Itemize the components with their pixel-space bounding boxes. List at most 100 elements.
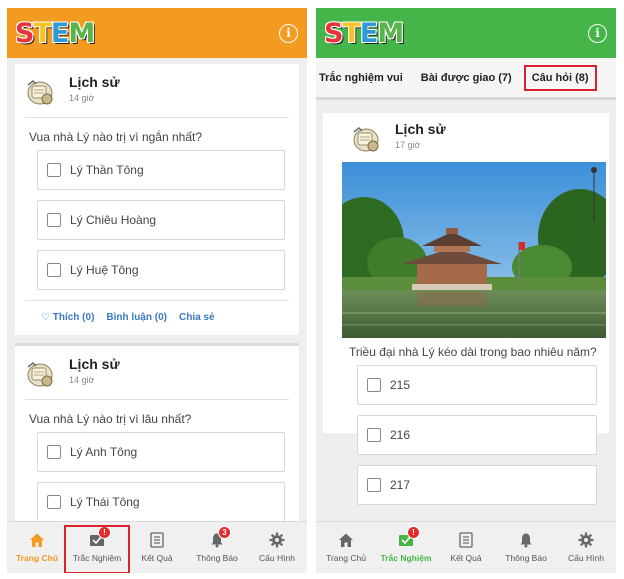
like-button[interactable]: ♡ Thích (0) [41, 312, 94, 323]
scroll-avatar-icon [27, 361, 53, 387]
nav-quiz[interactable]: ! Trắc Nghiệm [376, 522, 436, 573]
post-actions: ♡ Thích (0) Bình luận (0) Chia sẻ [25, 300, 289, 335]
tab-bar: Trắc nghiệm vui Bài được giao (7) Câu hỏ… [316, 58, 616, 100]
logo-letter-t: T [342, 17, 360, 49]
post-card: Lịch sử 14 giờ Vua nhà Lý nào trị vì lâu… [15, 343, 299, 521]
post-feed[interactable]: Lịch sử 17 giờ Triều đại nhà Lý kéo dài … [316, 103, 616, 521]
option-label: 215 [390, 378, 411, 392]
option-label: 216 [390, 428, 411, 442]
gear-icon [269, 532, 285, 548]
post-header: Lịch sử 17 giờ [323, 113, 609, 154]
nav-label: Trắc Nghiệm [72, 553, 122, 563]
nav-settings[interactable]: Cấu Hình [556, 522, 616, 573]
option-label: Lý Anh Tông [70, 445, 138, 459]
nav-results[interactable]: Kết Quả [436, 522, 496, 573]
comment-button[interactable]: Bình luận (0) [106, 312, 167, 323]
quiz-icon-wrap: ! [89, 526, 111, 548]
answer-option[interactable]: 217 [357, 465, 597, 505]
nav-settings[interactable]: Cấu Hình [247, 522, 307, 573]
post-subject: Lịch sử [69, 74, 120, 90]
logo-letter-t: T [33, 17, 51, 49]
nav-quiz[interactable]: ! Trắc Nghiệm [64, 522, 130, 573]
checkbox[interactable] [47, 445, 61, 459]
bottom-nav: Trang Chủ ! Trắc Nghiệm Kết Quả Thông Bá… [316, 521, 616, 573]
pagoda-photo [342, 162, 606, 338]
checkbox[interactable] [47, 263, 61, 277]
checkbox[interactable] [47, 213, 61, 227]
checkbox[interactable] [47, 495, 61, 509]
nav-label: Trang Chủ [326, 553, 366, 563]
bell-icon [520, 533, 532, 548]
nav-label: Thông Báo [505, 553, 547, 563]
post-feed[interactable]: Lịch sử 14 giờ Vua nhà Lý nào trị vì ngắ… [7, 58, 307, 521]
nav-home[interactable]: Trang Chủ [7, 522, 67, 573]
option-label: Lý Chiêu Hoàng [70, 213, 157, 227]
home-icon [339, 533, 353, 547]
question-text: Vua nhà Lý nào trị vì ngắn nhất? [29, 130, 203, 144]
answer-option[interactable]: 216 [357, 415, 597, 455]
tab-questions[interactable]: Câu hỏi (8) [523, 64, 597, 91]
quiz-icon-wrap: ! [398, 526, 420, 548]
info-icon[interactable]: i [588, 23, 607, 43]
nav-label: Cấu Hình [259, 553, 295, 563]
checkbox[interactable] [367, 378, 381, 392]
question-text: Triều đại nhà Lý kéo dài trong bao nhiêu… [349, 345, 597, 359]
checkbox[interactable] [47, 163, 61, 177]
post-header: Lịch sử 14 giờ [15, 346, 299, 389]
answer-option[interactable]: Lý Thái Tông [37, 482, 285, 521]
nav-label: Kết Quả [141, 553, 173, 563]
nav-notifications[interactable]: 3 Thông Báo [187, 522, 247, 573]
checkbox[interactable] [367, 478, 381, 492]
quiz-badge: ! [98, 526, 111, 539]
share-button[interactable]: Chia sẻ [179, 312, 215, 323]
app-header: S T E M i [7, 8, 307, 58]
post-time: 14 giờ [69, 375, 95, 385]
bottom-nav: Trang Chủ ! Trắc Nghiệm Kết Quả 3 Thông … [7, 521, 307, 573]
option-label: Lý Thần Tông [70, 163, 144, 177]
info-icon[interactable]: i [279, 23, 298, 43]
question-text: Vua nhà Lý nào trị vì lâu nhất? [29, 412, 192, 426]
nav-label: Trắc Nghiệm [380, 553, 432, 563]
logo-letter-m: M [377, 17, 404, 49]
option-label: 217 [390, 478, 411, 492]
option-label: Lý Thái Tông [70, 495, 140, 509]
right-phone-screen: S T E M i Trắc nghiệm vui Bài được giao … [316, 8, 616, 573]
post-time: 14 giờ [69, 93, 95, 103]
answer-option[interactable]: Lý Anh Tông [37, 432, 285, 472]
answer-option[interactable]: Lý Chiêu Hoàng [37, 200, 285, 240]
post-time: 17 giờ [395, 140, 421, 150]
nav-notifications[interactable]: Thông Báo [496, 522, 556, 573]
nav-label: Kết Quả [450, 553, 482, 563]
post-card: Lịch sử 14 giờ Vua nhà Lý nào trị vì ngắ… [15, 64, 299, 335]
answer-option[interactable]: Lý Thần Tông [37, 150, 285, 190]
nav-label: Thông Báo [196, 553, 238, 563]
post-subject: Lịch sử [69, 356, 120, 372]
nav-label: Cấu Hình [568, 553, 604, 563]
answer-option[interactable]: 215 [357, 365, 597, 405]
nav-label: Trang Chủ [15, 553, 59, 563]
checkbox[interactable] [367, 428, 381, 442]
nav-home[interactable]: Trang Chủ [316, 522, 376, 573]
quiz-badge: ! [407, 526, 420, 539]
results-icon [150, 532, 164, 548]
logo-letter-e: E [50, 17, 69, 49]
scroll-avatar-icon [353, 126, 379, 152]
tab-assigned[interactable]: Bài được giao (7) [417, 72, 516, 84]
stem-logo: S T E M [324, 17, 404, 49]
logo-letter-e: E [359, 17, 378, 49]
gear-icon [578, 532, 594, 548]
logo-letter-s: S [15, 17, 34, 49]
stem-logo: S T E M [15, 17, 95, 49]
option-label: Lý Huệ Tông [70, 263, 139, 277]
logo-letter-s: S [324, 17, 343, 49]
nav-results[interactable]: Kết Quả [127, 522, 187, 573]
app-header: S T E M i [316, 8, 616, 58]
scroll-avatar-icon [27, 79, 53, 105]
results-icon [459, 532, 473, 548]
post-card: Lịch sử 17 giờ Triều đại nhà Lý kéo dài … [323, 113, 609, 505]
notification-badge: 3 [218, 526, 231, 539]
answer-option[interactable]: Lý Huệ Tông [37, 250, 285, 290]
bell-icon-wrap: 3 [209, 526, 231, 548]
post-subject: Lịch sử [395, 121, 446, 137]
tab-fun-quiz[interactable]: Trắc nghiệm vui [316, 72, 407, 84]
